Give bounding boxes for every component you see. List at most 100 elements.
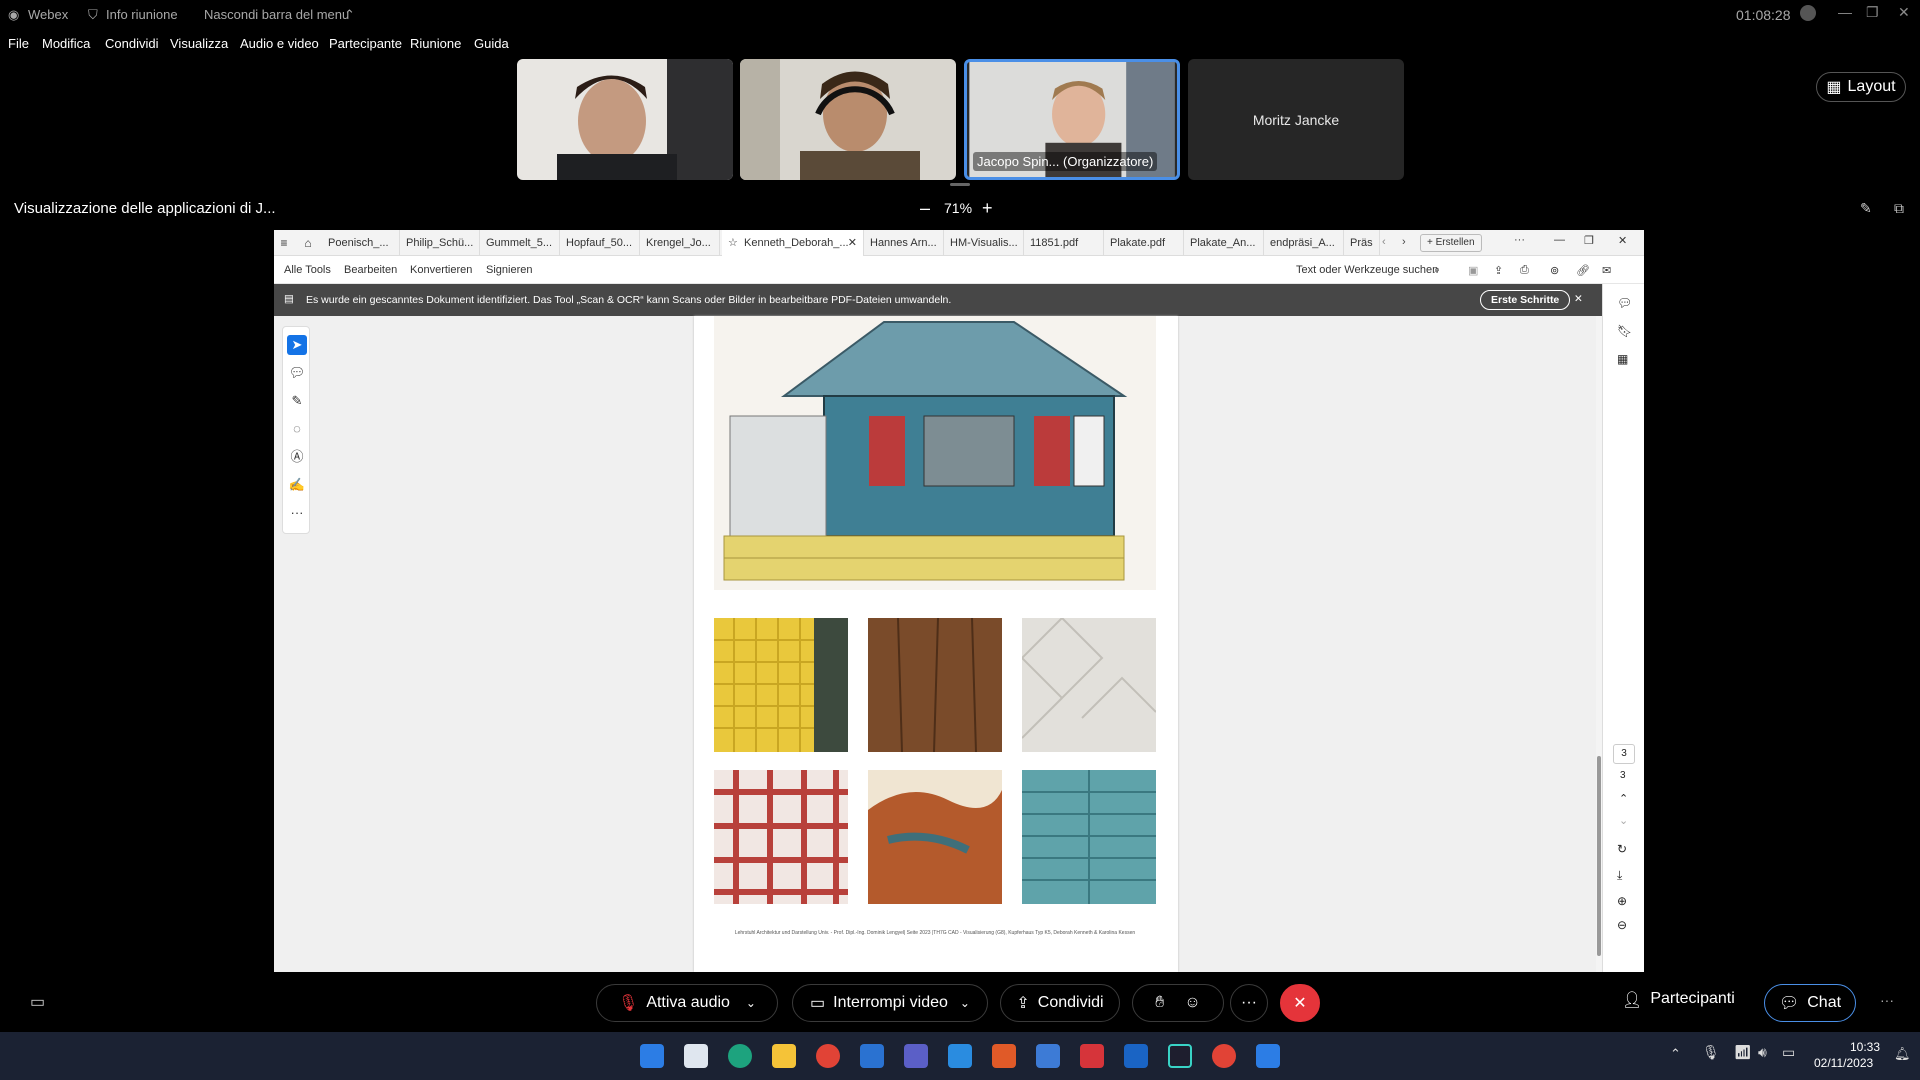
volume-icon[interactable]: 🔊︎	[1758, 1044, 1767, 1061]
link-icon[interactable]: 🔗︎	[1576, 264, 1590, 277]
tab-pras[interactable]: Präs	[1346, 230, 1380, 256]
lasso-tool-icon[interactable]: ◌	[287, 419, 307, 439]
share-link-icon[interactable]: ⊚	[1550, 264, 1559, 277]
more-icon[interactable]: ···	[1514, 234, 1525, 246]
thumbnails-panel-icon[interactable]: ▦	[1617, 352, 1628, 366]
tab-hannes[interactable]: Hannes Arn...	[866, 230, 944, 256]
outlook-icon[interactable]	[1124, 1044, 1148, 1068]
more-icon[interactable]: ···	[1880, 992, 1894, 1008]
minimize-icon[interactable]: —	[1838, 4, 1852, 20]
tray-chevron-icon[interactable]: ⌃	[1670, 1046, 1681, 1062]
tab-kenneth[interactable]: ☆ Kenneth_Deborah_... ✕	[722, 230, 864, 256]
tab-philip[interactable]: Philip_Schü...	[402, 230, 480, 256]
filmstrip-handle[interactable]	[950, 183, 970, 186]
tab-gummelt[interactable]: Gummelt_5...	[482, 230, 560, 256]
wifi-icon[interactable]: 📶︎	[1734, 1044, 1752, 1061]
tab-hopfauf[interactable]: Hopfauf_50...	[562, 230, 640, 256]
tab-close-icon[interactable]: ✕	[848, 230, 857, 256]
zoom-out-icon[interactable]: ⊖	[1617, 918, 1627, 932]
notepad-icon[interactable]	[1256, 1044, 1280, 1068]
taskbar-date[interactable]: 02/11/2023	[1814, 1056, 1873, 1070]
menu-audio-video[interactable]: Audio e video	[240, 36, 319, 51]
chat-button[interactable]: 💬︎ Chat	[1764, 984, 1856, 1022]
end-call-button[interactable]: ✕	[1280, 984, 1320, 1022]
bookmarks-panel-icon[interactable]: 🔖︎	[1617, 324, 1632, 338]
search-icon[interactable]: ⌕	[1434, 264, 1440, 277]
more-tools-icon[interactable]: ···	[287, 503, 307, 523]
stamp-tool-icon[interactable]: ✍	[287, 475, 307, 495]
menu-riunione[interactable]: Riunione	[410, 36, 461, 51]
stop-video-button[interactable]: ▭ Interrompi video ⌄	[792, 984, 988, 1022]
chrome-profile-icon[interactable]	[1212, 1044, 1236, 1068]
chrome-icon[interactable]	[816, 1044, 840, 1068]
all-tools-button[interactable]: Alle Tools	[284, 264, 331, 276]
menu-condividi[interactable]: Condividi	[105, 36, 158, 51]
search-tools-input[interactable]: Text oder Werkzeuge suchen	[1296, 264, 1438, 276]
windows-start-icon[interactable]	[640, 1044, 664, 1068]
menu-partecipante[interactable]: Partecipante	[329, 36, 402, 51]
page-down-icon[interactable]: ⌄	[1619, 814, 1628, 827]
hide-menu-button[interactable]: Nascondi barra del menu	[204, 7, 349, 22]
erste-schritte-button[interactable]: Erste Schritte	[1480, 290, 1571, 310]
teams-icon[interactable]	[904, 1044, 928, 1068]
tab-endprasi[interactable]: endpräsi_A...	[1266, 230, 1344, 256]
acrobat-icon[interactable]	[1080, 1044, 1104, 1068]
acrobat-minimize-icon[interactable]: —	[1554, 234, 1565, 246]
banner-close-icon[interactable]: ✕	[1574, 293, 1583, 305]
close-icon[interactable]: ✕	[1898, 4, 1910, 21]
hamburger-icon[interactable]: ≡	[274, 233, 294, 253]
acrobat-close-icon[interactable]: ✕	[1618, 234, 1627, 247]
page-number-input[interactable]: 3	[1613, 744, 1635, 764]
menu-modifica[interactable]: Modifica	[42, 36, 90, 51]
video-tile-4[interactable]: Moritz Jancke	[1188, 59, 1404, 180]
tab-11851[interactable]: 11851.pdf	[1026, 230, 1104, 256]
unmute-button[interactable]: 🎙︎ Attiva audio ⌄	[596, 984, 778, 1022]
acrobat-restore-icon[interactable]: ❐	[1584, 234, 1594, 247]
restore-icon[interactable]: ❐	[1866, 4, 1879, 21]
tab-scroll-left-icon[interactable]: ‹	[1382, 236, 1386, 248]
zoom-in-icon[interactable]: ⊕	[1617, 894, 1627, 908]
sign-button[interactable]: Signieren	[486, 264, 532, 276]
menu-guida[interactable]: Guida	[474, 36, 509, 51]
tab-plakate-an[interactable]: Plakate_An...	[1186, 230, 1264, 256]
video-tile-2[interactable]	[740, 59, 956, 180]
create-button[interactable]: + Erstellen	[1420, 234, 1482, 252]
menu-visualizza[interactable]: Visualizza	[170, 36, 228, 51]
info-riunione-button[interactable]: Info riunione	[106, 7, 178, 22]
vscode-icon[interactable]	[948, 1044, 972, 1068]
office-icon[interactable]	[992, 1044, 1016, 1068]
pen-tool-icon[interactable]: ✎	[287, 391, 307, 411]
more-options-button[interactable]: ···	[1230, 984, 1268, 1022]
taskbar-time[interactable]: 10:33	[1850, 1040, 1880, 1054]
captions-icon[interactable]: ▭	[30, 992, 45, 1012]
menu-file[interactable]: File	[8, 36, 29, 51]
upload-icon[interactable]: ⇪	[1494, 264, 1503, 277]
mail-icon[interactable]	[860, 1044, 884, 1068]
share-button[interactable]: ⇪ Condividi	[1000, 984, 1120, 1022]
edit-button[interactable]: Bearbeiten	[344, 264, 397, 276]
mail-icon[interactable]: ✉	[1602, 264, 1611, 277]
convert-button[interactable]: Konvertieren	[410, 264, 472, 276]
tab-scroll-right-icon[interactable]: ›	[1402, 236, 1406, 248]
battery-icon[interactable]: ▭	[1782, 1044, 1795, 1061]
file-explorer-icon[interactable]	[772, 1044, 796, 1068]
page-up-icon[interactable]: ⌃	[1619, 792, 1628, 805]
popout-icon[interactable]: ⧉	[1894, 200, 1904, 217]
print-icon[interactable]: ⎙	[1520, 264, 1529, 277]
scrollbar-thumb[interactable]	[1597, 756, 1601, 956]
layout-button[interactable]: ▦ Layout	[1816, 72, 1906, 102]
comments-panel-icon[interactable]: 💬︎	[1617, 296, 1632, 310]
comment-tool-icon[interactable]: 💬︎	[287, 363, 307, 383]
chevron-up-icon[interactable]: ⌃	[344, 7, 355, 23]
rotate-icon[interactable]: ↻	[1617, 842, 1627, 856]
fit-page-icon[interactable]: ⤓	[1617, 868, 1622, 883]
tab-plakate[interactable]: Plakate.pdf	[1106, 230, 1184, 256]
annotate-icon[interactable]: ✎	[1860, 200, 1872, 217]
text-tool-icon[interactable]: Ⓐ	[287, 447, 307, 467]
notification-icon[interactable]: 🔔︎	[1894, 1046, 1911, 1062]
tab-krengel[interactable]: Krengel_Jo...	[642, 230, 720, 256]
zoom-in-button[interactable]: +	[982, 198, 993, 219]
video-tile-1[interactable]	[517, 59, 733, 180]
signal-icon[interactable]	[1800, 5, 1816, 21]
tab-hm-visualis[interactable]: HM-Visualis...	[946, 230, 1024, 256]
